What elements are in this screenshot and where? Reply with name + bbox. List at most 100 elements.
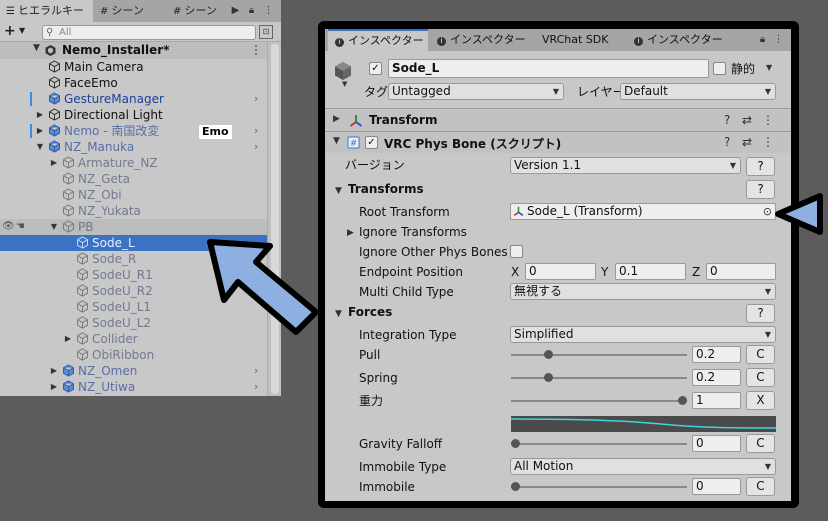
gravity-falloff-value-field[interactable]: 0 <box>692 435 741 452</box>
endpoint-z-field[interactable]: 0 <box>706 263 776 280</box>
chevron-right-icon[interactable]: › <box>254 379 258 395</box>
collapse-arrow-icon[interactable]: ▼ <box>335 186 342 196</box>
tab-inspector-2[interactable]: i インスペクター <box>437 29 537 51</box>
more-menu-icon[interactable]: ⋮ <box>262 4 275 18</box>
integration-type-dropdown[interactable]: Simplified ▼ <box>510 326 776 343</box>
hierarchy-item[interactable]: FaceEmo <box>0 75 267 91</box>
help-icon[interactable]: ? <box>724 135 730 149</box>
spring-slider-track[interactable] <box>511 377 687 379</box>
endpoint-x-field[interactable]: 0 <box>525 263 596 280</box>
icon-dropdown-arrow-icon[interactable]: ▼ <box>342 80 347 88</box>
hierarchy-scrollbar[interactable] <box>267 42 281 396</box>
gravity-value-field[interactable]: 1 <box>692 392 741 409</box>
chevron-right-icon[interactable]: › <box>254 123 258 139</box>
gameobject-cube-icon[interactable] <box>332 60 354 82</box>
expand-arrow-icon[interactable]: ▶ <box>35 123 45 139</box>
presets-icon[interactable]: ⇄ <box>742 135 752 149</box>
tab-scene-1[interactable]: # シーン <box>100 0 168 22</box>
gravity-slider-track[interactable] <box>511 400 687 402</box>
spring-slider-knob[interactable] <box>544 373 554 382</box>
expand-arrow-icon[interactable]: ▶ <box>347 228 354 238</box>
expand-arrow-icon[interactable]: ▶ <box>35 107 45 123</box>
physbone-enabled-checkbox[interactable]: ✓ <box>365 136 378 149</box>
gravity-curve-button[interactable]: X <box>746 391 775 410</box>
pull-slider-knob[interactable] <box>544 350 554 359</box>
gravity-falloff-slider-track[interactable] <box>511 443 687 445</box>
lock-icon[interactable]: 🔒︎ <box>245 4 258 18</box>
hierarchy-item[interactable]: ▶ NZ_Omen › <box>0 363 267 379</box>
expand-arrow-icon[interactable]: ▶ <box>49 155 59 171</box>
collapse-arrow-icon[interactable]: ▼ <box>333 136 340 146</box>
presets-icon[interactable]: ⇄ <box>742 113 752 127</box>
spring-curve-button[interactable]: C <box>746 368 775 387</box>
object-picker-icon[interactable]: ⊙ <box>763 204 772 219</box>
chevron-right-icon[interactable]: › <box>254 363 258 379</box>
hierarchy-item[interactable]: Main Camera <box>0 59 267 75</box>
version-dropdown[interactable]: Version 1.1 ▼ <box>510 157 741 174</box>
hierarchy-item[interactable]: ObiRibbon <box>0 347 267 363</box>
expand-arrow-icon[interactable]: ▶ <box>333 114 340 124</box>
version-help-button[interactable]: ? <box>746 157 775 176</box>
collapse-arrow-icon[interactable]: ▼ <box>49 219 59 235</box>
hierarchy-item[interactable]: GestureManager › <box>0 91 267 107</box>
physbone-component-header[interactable]: ▼ # ✓ VRC Phys Bone (スクリプト) ? ⇄ ⋮ <box>325 132 791 153</box>
hierarchy-item[interactable]: ▶ Directional Light <box>0 107 267 123</box>
tab-inspector-1[interactable]: i インスペクター <box>328 29 428 51</box>
chevron-right-icon[interactable]: › <box>254 91 258 107</box>
hierarchy-item[interactable]: NZ_Geta <box>0 171 267 187</box>
gravity-falloff-slider-knob[interactable] <box>511 439 520 448</box>
tab-scroll-right-icon[interactable]: ▶ <box>229 4 242 18</box>
chevron-right-icon[interactable]: › <box>254 139 258 155</box>
spring-value-field[interactable]: 0.2 <box>692 369 741 386</box>
transform-component-header[interactable]: ▶ Transform ? ⇄ ⋮ <box>325 110 791 131</box>
layer-dropdown[interactable]: Default ▼ <box>620 83 776 100</box>
pickable-hand-icon[interactable]: ☚ <box>16 221 25 232</box>
collapse-arrow-icon[interactable]: ▼ <box>35 139 45 155</box>
help-icon[interactable]: ? <box>724 113 730 127</box>
add-object-button[interactable]: + <box>4 23 16 39</box>
scrollbar-thumb[interactable] <box>271 44 279 394</box>
hierarchy-item[interactable]: ▶ Armature_NZ <box>0 155 267 171</box>
hierarchy-search-input[interactable]: ⚲ All <box>42 25 256 40</box>
hierarchy-item[interactable]: ▶ NZ_Utiwa › <box>0 379 267 395</box>
search-options-icon[interactable]: ⊡ <box>259 25 273 39</box>
tag-dropdown[interactable]: Untagged ▼ <box>388 83 564 100</box>
object-name-field[interactable]: Sode_L <box>388 59 709 78</box>
immobile-slider-track[interactable] <box>511 486 687 488</box>
expand-arrow-icon[interactable]: ▶ <box>63 331 73 347</box>
transforms-help-button[interactable]: ? <box>746 180 775 199</box>
chevron-down-icon[interactable]: ▼ <box>19 26 25 35</box>
immobile-curve-button[interactable]: C <box>746 477 775 496</box>
active-checkbox[interactable]: ✓ <box>369 62 382 75</box>
gravity-falloff-curve-button[interactable]: C <box>746 434 775 453</box>
tab-vrchat-sdk[interactable]: VRChat SDK <box>542 29 617 51</box>
hierarchy-item[interactable]: ▼ NZ_Manuka › <box>0 139 267 155</box>
endpoint-y-field[interactable]: 0.1 <box>615 263 686 280</box>
immobile-slider-knob[interactable] <box>511 482 520 491</box>
component-menu-icon[interactable]: ⋮ <box>762 135 774 149</box>
scene-menu-icon[interactable]: ⋮ <box>250 42 262 59</box>
gravity-slider-knob[interactable] <box>678 396 687 405</box>
ignore-other-phys-bones-checkbox[interactable] <box>510 245 523 258</box>
scene-row[interactable]: ▼ Nemo_Installer* ⋮ <box>0 42 267 59</box>
gravity-curve-preview[interactable] <box>510 416 777 432</box>
root-transform-field[interactable]: Sode_L (Transform) ⊙ <box>510 203 776 220</box>
static-checkbox[interactable] <box>713 62 726 75</box>
expand-arrow-icon[interactable]: ▶ <box>49 363 59 379</box>
immobile-value-field[interactable]: 0 <box>692 478 741 495</box>
tab-scene-2[interactable]: # シーン <box>173 0 228 22</box>
tab-inspector-3[interactable]: i インスペクター <box>634 29 734 51</box>
pull-value-field[interactable]: 0.2 <box>692 346 741 363</box>
expand-arrow-icon[interactable]: ▶ <box>49 379 59 395</box>
multi-child-type-dropdown[interactable]: 無視する ▼ <box>510 283 776 300</box>
more-menu-icon[interactable]: ⋮ <box>772 33 785 47</box>
forces-help-button[interactable]: ? <box>746 304 775 323</box>
lock-icon[interactable]: 🔒︎ <box>756 33 769 47</box>
pull-slider-track[interactable] <box>511 354 687 356</box>
visibility-eye-icon[interactable]: 👁︎ <box>2 221 15 232</box>
component-menu-icon[interactable]: ⋮ <box>762 113 774 127</box>
hierarchy-item[interactable]: NZ_Yukata <box>0 203 267 219</box>
pull-curve-button[interactable]: C <box>746 345 775 364</box>
immobile-type-dropdown[interactable]: All Motion ▼ <box>510 458 776 475</box>
hierarchy-item[interactable]: NZ_Obi <box>0 187 267 203</box>
